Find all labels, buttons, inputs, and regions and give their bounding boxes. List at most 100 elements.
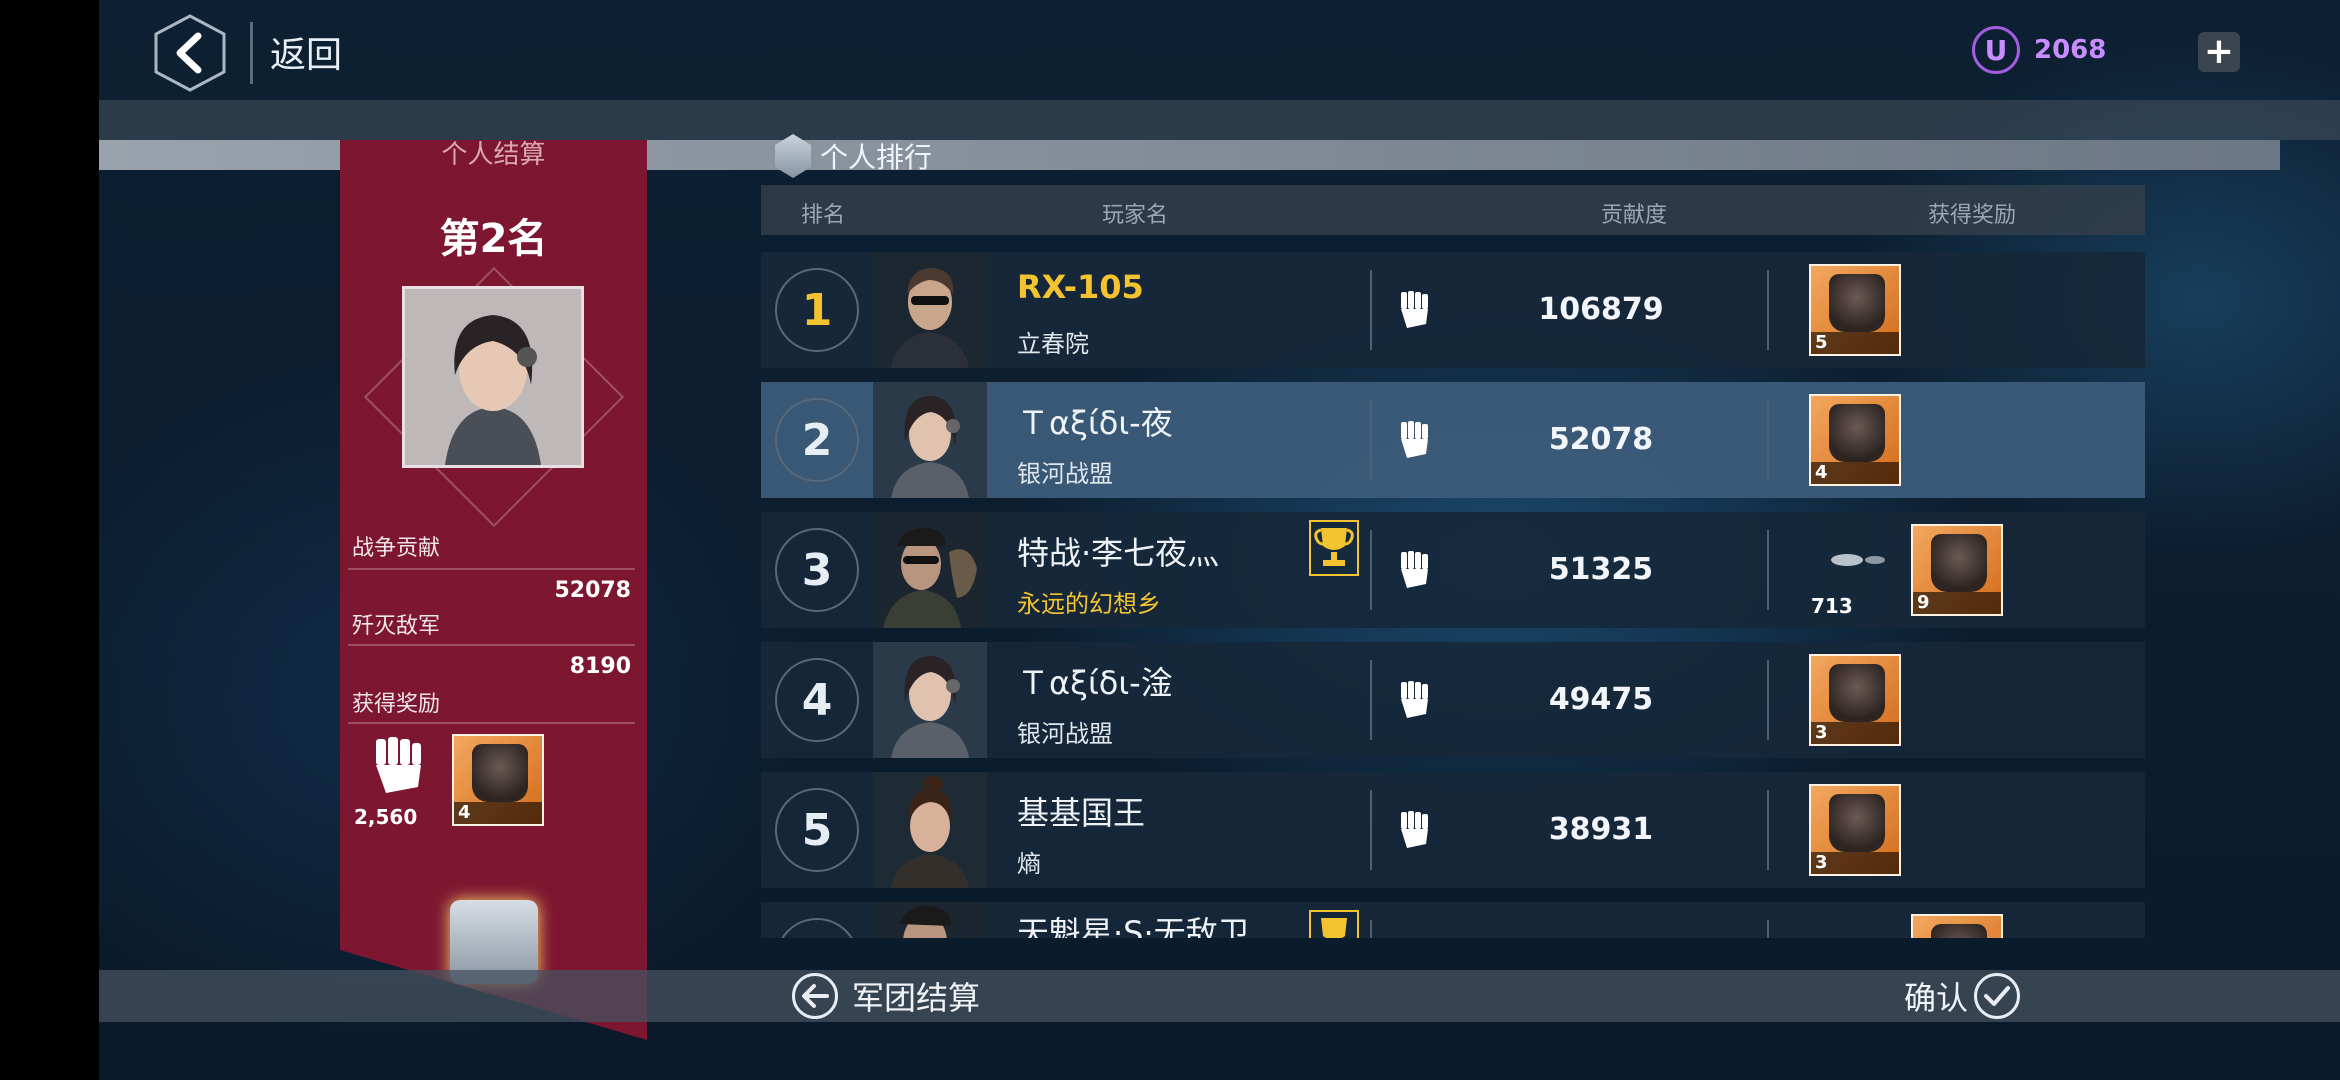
- divider: [1370, 920, 1372, 938]
- ranking-title: 个人排行: [820, 141, 933, 174]
- crate-icon: [472, 744, 528, 802]
- player-name: 特战·李七夜灬: [1017, 534, 1220, 572]
- fist-icon: [1401, 421, 1428, 458]
- stat-value-contribution: 52078: [554, 578, 631, 603]
- avatar-portrait-icon: [405, 289, 581, 465]
- stat-label-kills: 歼灭敌军: [352, 614, 441, 639]
- fist-icon: [1401, 291, 1428, 328]
- back-button[interactable]: [152, 12, 228, 94]
- personal-rank: 第2名: [439, 216, 548, 262]
- player-guild: 永远的幻想乡: [1017, 590, 1161, 618]
- player-portrait: [873, 642, 987, 758]
- crate-icon: [1829, 664, 1885, 722]
- rank-number: 5: [775, 788, 859, 872]
- arrow-left-circle-icon: [792, 973, 838, 1019]
- rank-number: 6: [775, 918, 859, 938]
- personal-summary-panel: 个人结算 第2名 战争贡献 52078 歼灭敌军 8190 获得奖励 2,560…: [340, 140, 647, 1040]
- divider: [348, 568, 635, 570]
- crate-icon: [1829, 794, 1885, 852]
- divider: [1767, 400, 1769, 480]
- portrait-man-sunglasses-icon: [873, 252, 987, 368]
- reward-crate-count: 4: [454, 802, 542, 824]
- stat-value-kills: 8190: [569, 654, 631, 679]
- player-name: 天魁星·S·无敌卫: [1017, 914, 1250, 938]
- reward-crate[interactable]: 5: [1809, 264, 1901, 356]
- ships-reward-icon: [1831, 554, 1885, 566]
- column-header-rank: 排名: [801, 203, 846, 228]
- divider: [1370, 530, 1372, 610]
- legion-settlement-button[interactable]: 军团结算: [792, 973, 980, 1019]
- table-row-self[interactable]: 2 Ｔαξίδι-夜 银河战盟 52078 4: [761, 382, 2145, 498]
- ships-count: 713: [1811, 594, 1853, 618]
- portrait-woman-ponytail-icon: [873, 772, 987, 888]
- confirm-label: 确认: [1904, 979, 1969, 1017]
- rank-number: 2: [775, 398, 859, 482]
- ranking-list[interactable]: 1 RX-105 立春院 106879 5 2 Ｔαξίδι-夜 银河战盟 52…: [761, 248, 2145, 938]
- reward-count: 3: [1811, 722, 1899, 744]
- divider: [250, 22, 253, 84]
- add-currency-button[interactable]: +: [2198, 32, 2240, 72]
- crate-icon: [1829, 404, 1885, 462]
- reward-crate[interactable]: 3: [1809, 784, 1901, 876]
- column-header-reward: 获得奖励: [1928, 203, 2017, 228]
- portrait-man-icon: [873, 902, 987, 938]
- table-row[interactable]: 4 Ｔαξίδι-淦 银河战盟 49475 3: [761, 642, 2145, 758]
- column-header-contribution: 贡献度: [1601, 203, 1668, 228]
- player-name: Ｔαξίδι-淦: [1017, 664, 1173, 702]
- column-header-player: 玩家名: [1102, 203, 1169, 228]
- player-guild: 立春院: [1017, 330, 1089, 358]
- fist-icon: [1401, 681, 1428, 718]
- divider: [1767, 790, 1769, 870]
- divider: [1767, 530, 1769, 610]
- confirm-button[interactable]: 确认: [1904, 973, 2021, 1019]
- player-portrait: [873, 902, 987, 938]
- currency-value: 2068: [2034, 35, 2107, 65]
- trophy-badge-icon: [1309, 520, 1359, 576]
- table-row[interactable]: 6 天魁星·S·无敌卫: [761, 902, 2145, 938]
- portrait-woman-headset-icon: [873, 382, 987, 498]
- reward-count: 9: [1913, 592, 2001, 614]
- currency-u-icon: U: [1972, 26, 2020, 74]
- table-row[interactable]: 5 基基国王 熵 38931 3: [761, 772, 2145, 888]
- divider: [1370, 270, 1372, 350]
- reward-crate[interactable]: 9: [1911, 524, 2003, 616]
- player-portrait: [873, 512, 987, 628]
- stat-label-contribution: 战争贡献: [352, 536, 441, 561]
- fist-icon: [1401, 551, 1428, 588]
- rank-number: 1: [775, 268, 859, 352]
- crate-icon: [1931, 534, 1987, 592]
- legion-settlement-label: 军团结算: [852, 979, 981, 1017]
- contribution-value: 49475: [1548, 682, 1654, 717]
- player-guild: 熵: [1017, 850, 1041, 878]
- rank-number: 4: [775, 658, 859, 742]
- reward-crate[interactable]: 4: [452, 734, 544, 826]
- reward-crate[interactable]: [1911, 914, 2003, 938]
- divider: [1370, 790, 1372, 870]
- crate-icon: [1931, 924, 1987, 938]
- reward-fist-value: 2,560: [354, 805, 418, 829]
- reward-count: 4: [1811, 462, 1899, 484]
- player-guild: 银河战盟: [1017, 720, 1113, 748]
- contribution-value: 51325: [1548, 552, 1654, 587]
- frame-band-top: [99, 100, 2340, 140]
- reward-count: 3: [1811, 852, 1899, 874]
- table-row[interactable]: 1 RX-105 立春院 106879 5: [761, 252, 2145, 368]
- player-guild: 银河战盟: [1017, 460, 1113, 488]
- player-name: 基基国王: [1017, 794, 1146, 832]
- back-label[interactable]: 返回: [270, 26, 342, 78]
- contribution-value: 106879: [1538, 292, 1664, 327]
- player-portrait: [873, 382, 987, 498]
- divider: [348, 644, 635, 646]
- rank-number: 3: [775, 528, 859, 612]
- reward-crate[interactable]: 3: [1809, 654, 1901, 746]
- table-row[interactable]: 3 特战·李七夜灬 永远的幻想乡 51325 713 9: [761, 512, 2145, 628]
- player-name: RX-105: [1017, 268, 1144, 306]
- player-portrait: [873, 772, 987, 888]
- divider: [1767, 270, 1769, 350]
- trophy-badge-icon: [1309, 910, 1359, 938]
- reward-crate[interactable]: 4: [1809, 394, 1901, 486]
- currency-display: U 2068: [1972, 26, 2106, 74]
- reward-label: 获得奖励: [352, 692, 441, 717]
- divider: [348, 722, 635, 724]
- divider: [1370, 400, 1372, 480]
